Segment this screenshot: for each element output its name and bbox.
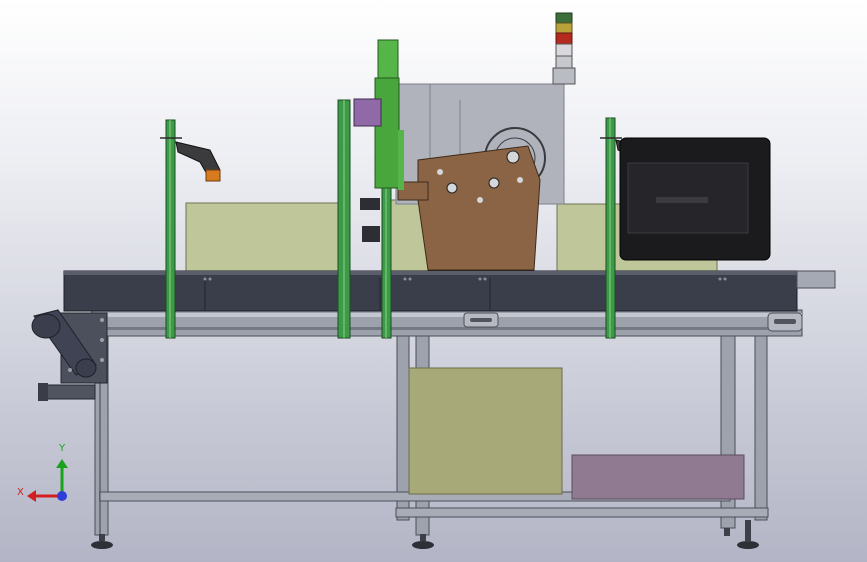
axis-y-label: Y: [59, 443, 66, 454]
conveyor-assembly-drawing[interactable]: [0, 0, 867, 562]
monitor: [619, 137, 771, 261]
scanner-post-middle-a: [337, 99, 351, 339]
axis-triad-icon: [27, 459, 68, 502]
conveyor-belt: [63, 270, 836, 312]
carton-left: [185, 202, 341, 274]
lower-box-tan: [408, 367, 563, 495]
barcode-scanner-icon: [175, 141, 221, 182]
leveling-foot-middle: [412, 534, 434, 549]
stack-light-icon: [552, 12, 576, 85]
cad-viewport[interactable]: Y X: [0, 0, 867, 562]
conveyor-frame: [91, 309, 803, 337]
axis-x-label: X: [17, 487, 24, 498]
leveling-foot-left: [91, 534, 113, 549]
lower-box-purple: [571, 454, 745, 500]
